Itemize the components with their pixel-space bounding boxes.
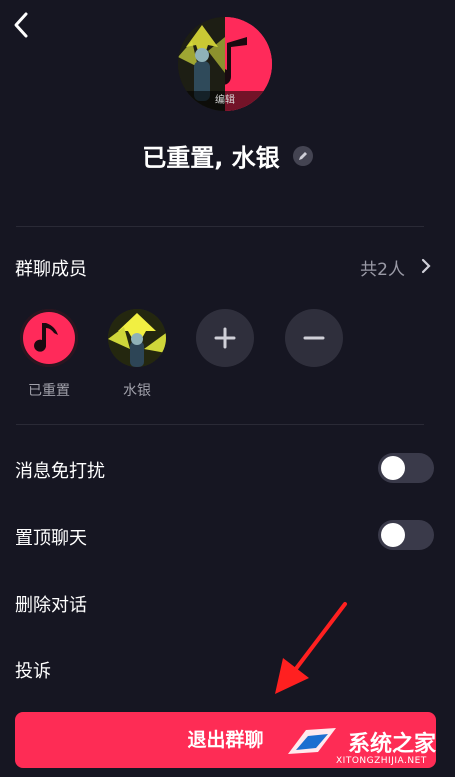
- annotation-arrow-icon: [265, 598, 355, 698]
- edit-caption: 编辑: [178, 91, 272, 111]
- toggle-knob: [381, 523, 405, 547]
- member-avatar[interactable]: [108, 309, 166, 367]
- members-label: 群聊成员: [15, 259, 87, 280]
- music-note-icon: [20, 309, 78, 367]
- mute-toggle[interactable]: [378, 453, 434, 483]
- member-name: 已重置: [28, 383, 70, 399]
- delete-conversation[interactable]: 删除对话: [15, 591, 87, 617]
- watermark: 系统之家 XITONGZHIJIA.NET: [278, 718, 453, 772]
- group-avatar[interactable]: 编辑: [178, 17, 272, 111]
- pin-toggle[interactable]: [378, 520, 434, 550]
- group-title: 已重置, 水银: [142, 144, 280, 172]
- member-name: 水银: [123, 383, 151, 399]
- pencil-icon[interactable]: [292, 145, 313, 166]
- member-avatar[interactable]: [20, 309, 78, 367]
- members-count[interactable]: 共2人: [360, 255, 405, 280]
- mute-label: 消息免打扰: [15, 461, 105, 482]
- pin-label: 置顶聊天: [15, 528, 87, 549]
- minus-icon: [303, 336, 325, 340]
- report[interactable]: 投诉: [15, 657, 51, 683]
- remove-member-button[interactable]: [285, 309, 343, 367]
- watermark-logo-icon: [288, 728, 336, 754]
- add-member-button[interactable]: [196, 309, 254, 367]
- watermark-title: 系统之家: [348, 732, 437, 757]
- watermark-url: XITONGZHIJIA.NET: [336, 756, 427, 766]
- group-title-row: 已重置, 水银: [0, 138, 455, 173]
- back-icon[interactable]: [10, 10, 34, 40]
- chevron-right-icon[interactable]: [419, 256, 433, 276]
- divider: [16, 424, 424, 425]
- toggle-knob: [381, 456, 405, 480]
- plus-icon: [214, 327, 236, 349]
- divider: [16, 226, 424, 227]
